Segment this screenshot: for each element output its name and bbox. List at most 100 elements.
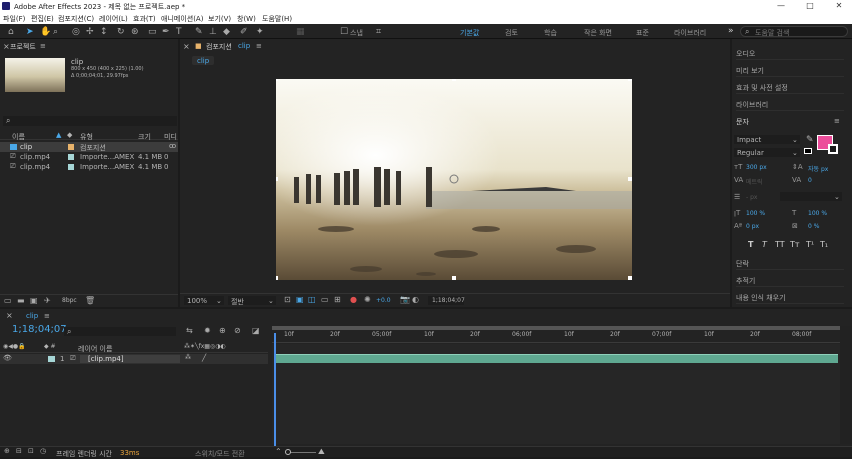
interpret-footage-icon[interactable]: ▭ — [4, 296, 12, 305]
workspace-small-screen[interactable]: 작은 화면 — [584, 28, 612, 38]
col-name[interactable]: 이름 — [12, 132, 25, 142]
tsume-value[interactable]: 0 % — [808, 223, 819, 230]
transparency-grid-icon[interactable]: ▣ — [296, 295, 304, 304]
channel-icon[interactable]: ● — [350, 295, 357, 304]
kerning-value[interactable]: 메트릭 — [746, 177, 763, 186]
quality-switch-icon[interactable]: ╱ — [202, 354, 206, 362]
new-comp-icon[interactable]: ▣ — [30, 296, 38, 305]
table-row[interactable]: ⎚ clip.mp4 Importe...AMEX 4.1 MB 0 — [0, 162, 178, 172]
preview-panel-tab[interactable]: 미리 보기 — [736, 63, 844, 77]
puppet-pin-icon[interactable]: ✦ — [256, 27, 264, 37]
label-color-swatch[interactable] — [68, 144, 74, 150]
snap-options-icon[interactable]: ⌗ — [376, 27, 381, 37]
collapse-switch-icon[interactable]: ⁂ — [185, 354, 191, 361]
table-row[interactable]: ⎚ clip.mp4 Importe...AMEX 4.1 MB 0 — [0, 152, 178, 162]
rotation-tool-icon[interactable]: ↻ — [117, 27, 125, 37]
type-tool-icon[interactable]: T — [176, 27, 182, 37]
subscript-button[interactable]: T₁ — [820, 240, 828, 249]
stretch-icon[interactable]: ◷ — [40, 447, 46, 455]
audio-panel-tab[interactable]: 오디오 — [736, 46, 844, 60]
align-icon[interactable]: ▦ — [296, 27, 305, 37]
workspace-learn[interactable]: 학습 — [544, 28, 557, 38]
col-size[interactable]: 크기 — [138, 132, 151, 142]
pan-camera-icon[interactable]: ✢ — [86, 27, 94, 37]
menu-composition[interactable]: 컴포지션(C) — [58, 14, 94, 24]
menu-file[interactable]: 파일(F) — [3, 14, 25, 24]
label-color-swatch[interactable] — [68, 154, 74, 160]
faux-bold-button[interactable]: T — [748, 240, 753, 249]
workspace-libraries[interactable]: 라이브러리 — [674, 28, 706, 38]
time-ruler[interactable]: 10f 20f 05;00f 10f 20f 06;00f 10f 20f 07… — [272, 331, 840, 343]
new-folder-icon[interactable]: ▬ — [17, 296, 25, 305]
viewer-timecode-box[interactable]: 1;18;04;07 — [428, 296, 465, 305]
menu-animation[interactable]: 애니메이션(A) — [161, 14, 203, 24]
bit-depth-button[interactable]: 8bpc — [62, 297, 77, 304]
home-icon[interactable]: ⌂ — [8, 27, 14, 37]
baseline-shift-value[interactable]: 0 px — [746, 223, 759, 230]
close-icon[interactable]: × — [6, 311, 13, 320]
3d-view-icon[interactable]: ▭ — [321, 295, 329, 304]
menu-layer[interactable]: 레이어(L) — [99, 14, 128, 24]
region-of-interest-icon[interactable]: ⊡ — [284, 295, 291, 304]
workspace-default[interactable]: 기본값 — [460, 28, 479, 38]
horizontal-scale-value[interactable]: 100 % — [808, 210, 827, 217]
transfer-controls-icon[interactable]: ⊟ — [16, 447, 22, 455]
mask-visibility-icon[interactable]: ◫ — [308, 295, 316, 304]
layer-row[interactable]: 👁 1 ⎚ [clip.mp4] ⁂ ╱ — [0, 354, 268, 364]
col-media[interactable]: 미디 — [164, 132, 177, 142]
menu-help[interactable]: 도움말(H) — [262, 14, 292, 24]
layer-switches-icon[interactable]: ⊕ — [4, 447, 10, 455]
stroke-style-dropdown[interactable]: ⌄ — [780, 192, 842, 201]
selection-tool-icon[interactable]: ➤ — [26, 27, 34, 37]
draft-3d-icon[interactable]: ✹ — [204, 326, 211, 335]
shy-layers-icon[interactable]: ⊕ — [219, 326, 226, 335]
timeline-current-time[interactable]: 1;18;04;07 — [12, 324, 67, 335]
eraser-tool-icon[interactable]: ◆ — [223, 27, 230, 37]
exposure-value[interactable]: +0.0 — [376, 297, 391, 304]
small-caps-button[interactable]: Tт — [790, 240, 800, 249]
flowchart-icon[interactable]: ꝏ — [169, 142, 176, 150]
stroke-width-value[interactable]: - px — [746, 194, 757, 201]
help-search-box[interactable]: ⌕ 도움말 검색 — [740, 26, 848, 37]
vertical-scale-value[interactable]: 100 % — [746, 210, 765, 217]
layer-duration-bar[interactable] — [274, 354, 838, 363]
panel-menu-icon[interactable]: ≡ — [834, 117, 840, 125]
lock-icon[interactable]: ■ — [195, 42, 202, 50]
rectangle-tool-icon[interactable]: ▭ — [148, 27, 157, 37]
in-out-icon[interactable]: ⊡ — [28, 447, 34, 455]
help-search-input[interactable]: 도움말 검색 — [755, 28, 789, 38]
minimize-button[interactable]: — — [768, 0, 794, 12]
panel-menu-icon[interactable]: ≡ — [256, 42, 262, 50]
eyedropper-icon[interactable]: ✎ — [806, 135, 814, 145]
hand-tool-icon[interactable]: ✋ — [40, 27, 51, 37]
font-style-dropdown[interactable]: Regular ⌄ — [734, 148, 800, 157]
font-family-dropdown[interactable]: Impact ⌄ — [734, 135, 800, 144]
brush-tool-icon[interactable]: ✎ — [195, 27, 203, 37]
menu-view[interactable]: 보기(V) — [208, 14, 231, 24]
pen-tool-icon[interactable]: ✒ — [162, 27, 170, 37]
content-aware-fill-tab[interactable]: 내용 인식 채우기 — [736, 290, 844, 304]
zoom-dropdown[interactable]: 100% ⌄ — [184, 296, 224, 305]
layer-name-column-header[interactable]: 레이어 이름 — [78, 344, 112, 354]
comp-breadcrumb-tab[interactable]: clip — [192, 56, 214, 65]
effects-presets-tab[interactable]: 효과 및 사전 설정 — [736, 80, 844, 94]
menu-window[interactable]: 창(W) — [237, 14, 256, 24]
col-type[interactable]: 유형 — [80, 132, 93, 142]
clone-stamp-icon[interactable]: ⊥ — [209, 27, 217, 37]
guides-icon[interactable]: ⊞ — [334, 295, 341, 304]
label-color-swatch[interactable] — [68, 164, 74, 170]
sort-asc-icon[interactable]: ▲ — [56, 131, 61, 139]
faux-italic-button[interactable]: T — [762, 240, 767, 249]
superscript-button[interactable]: T¹ — [806, 240, 814, 249]
label-color-swatch[interactable] — [48, 356, 55, 362]
snap-checkbox-icon[interactable]: ☐ — [340, 27, 348, 37]
workspace-standard[interactable]: 표준 — [636, 28, 649, 38]
menu-edit[interactable]: 편집(E) — [31, 14, 54, 24]
workspace-review[interactable]: 검토 — [505, 28, 518, 38]
render-queue-icon[interactable]: ✈ — [44, 296, 51, 305]
roto-brush-icon[interactable]: ✐ — [240, 27, 248, 37]
stroke-color-swatch[interactable] — [828, 144, 838, 154]
panel-menu-icon[interactable]: ≡ — [44, 312, 50, 320]
trash-icon[interactable]: 🗑 — [85, 296, 95, 305]
workspace-more-button[interactable]: » — [728, 26, 734, 36]
